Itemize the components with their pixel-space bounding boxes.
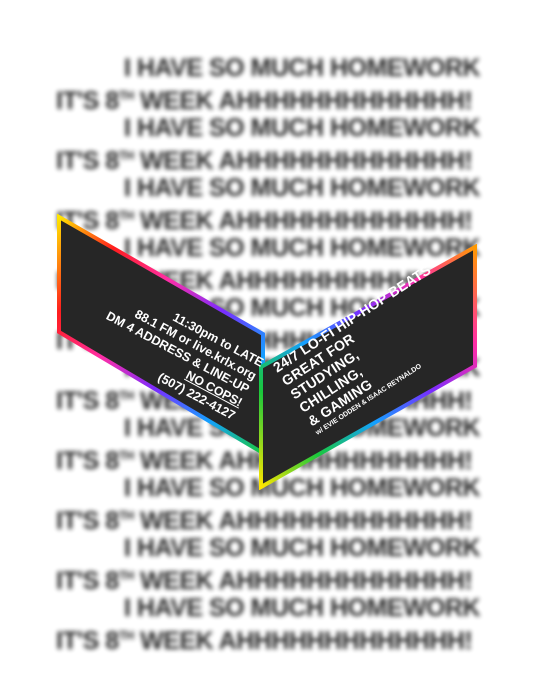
bg-line-week: IT'S 8TH WEEK AHHHHHHHHHHHHH! [56, 147, 473, 175]
bg-line-week: IT'S 8TH WEEK AHHHHHHHHHHHHH! [56, 627, 473, 655]
bg-line-week: IT'S 8TH WEEK AHHHHHHHHHHHHH! [56, 507, 473, 535]
bg-line-homework: I HAVE SO MUCH HOMEWORK [124, 594, 481, 622]
bg-line-homework: I HAVE SO MUCH HOMEWORK [124, 534, 481, 562]
bg-line-week: IT'S 8TH WEEK AHHHHHHHHHHHHH! [56, 87, 473, 115]
poster: I HAVE SO MUCH HOMEWORK IT'S 8TH WEEK AH… [0, 0, 550, 700]
bg-line-homework: I HAVE SO MUCH HOMEWORK [124, 54, 481, 82]
bg-line-week: IT'S 8TH WEEK AHHHHHHHHHHHHH! [56, 567, 473, 595]
bg-line-homework: I HAVE SO MUCH HOMEWORK [124, 114, 481, 142]
bg-line-homework: I HAVE SO MUCH HOMEWORK [124, 174, 481, 202]
